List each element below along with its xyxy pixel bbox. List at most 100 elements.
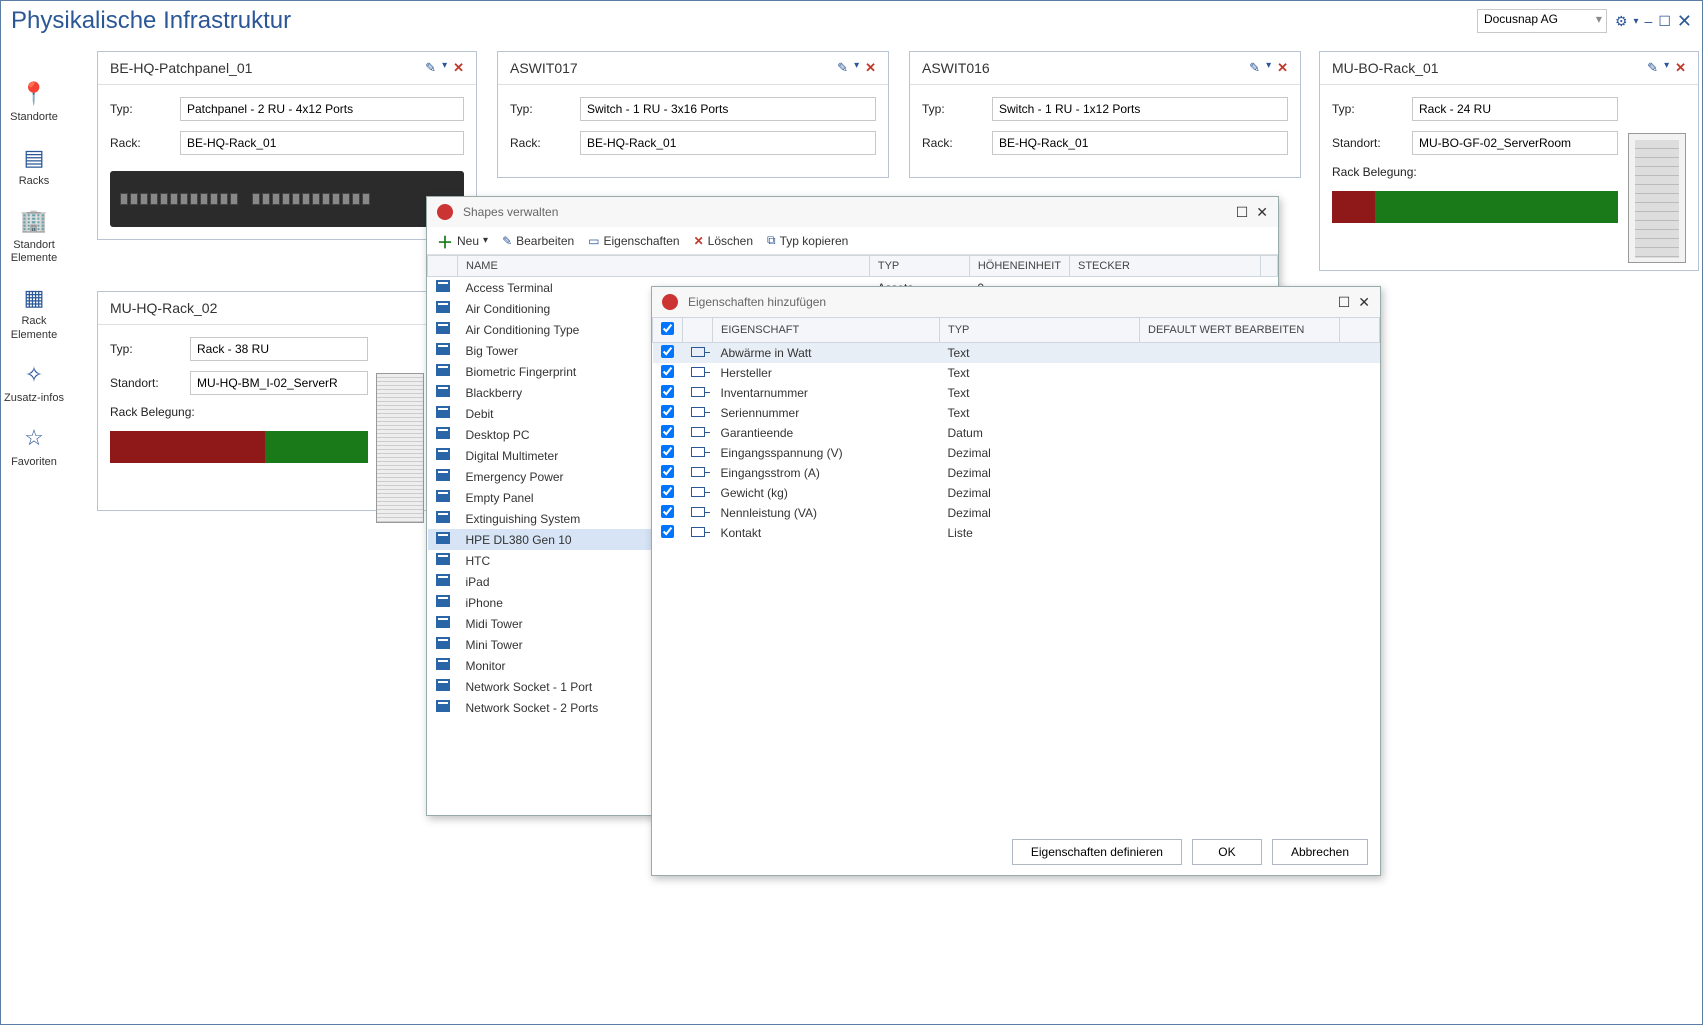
sidebar-item-rack-elemente[interactable]: ▦Rack Elemente bbox=[1, 275, 67, 352]
dialog-titlebar[interactable]: Eigenschaften hinzufügen ☐ ✕ bbox=[652, 287, 1380, 317]
close-icon[interactable]: ✕ bbox=[1277, 60, 1288, 76]
table-row[interactable]: Gewicht (kg) Dezimal bbox=[653, 483, 1380, 503]
sidebar-item-favoriten[interactable]: ☆Favoriten bbox=[1, 415, 67, 479]
row-checkbox[interactable] bbox=[661, 445, 674, 458]
close-icon[interactable]: ✕ bbox=[1677, 11, 1692, 32]
bearbeiten-button[interactable]: ✎Bearbeiten bbox=[502, 234, 574, 248]
table-row[interactable]: Hersteller Text bbox=[653, 363, 1380, 383]
rack-field[interactable] bbox=[180, 131, 464, 155]
dropdown-icon[interactable]: ▾ bbox=[1266, 60, 1271, 76]
dropdown-icon[interactable]: ▾ bbox=[1664, 60, 1669, 76]
gear-dropdown-icon[interactable]: ▾ bbox=[1634, 16, 1639, 27]
property-type: Liste bbox=[940, 523, 1140, 543]
card-aswit017: ASWIT017 ✎▾✕ Typ: Rack: bbox=[497, 51, 889, 178]
shape-icon bbox=[436, 574, 450, 586]
table-row[interactable]: Kontakt Liste bbox=[653, 523, 1380, 543]
rack-graphic bbox=[1628, 133, 1686, 263]
shape-icon bbox=[436, 385, 450, 397]
eigenschaften-button[interactable]: ▭Eigenschaften bbox=[588, 234, 679, 248]
maximize-icon[interactable]: ☐ bbox=[1658, 13, 1671, 30]
link-icon bbox=[691, 347, 705, 357]
dropdown-icon[interactable]: ▾ bbox=[442, 60, 447, 76]
edit-icon[interactable]: ✎ bbox=[1249, 60, 1260, 76]
maximize-icon[interactable]: ☐ bbox=[1236, 204, 1249, 221]
page-title: Physikalische Infrastruktur bbox=[11, 7, 291, 35]
property-name: Garantieende bbox=[713, 423, 940, 443]
dialog-eigenschaften: Eigenschaften hinzufügen ☐ ✕ EIGENSCHAFT… bbox=[651, 286, 1381, 876]
table-row[interactable]: Garantieende Datum bbox=[653, 423, 1380, 443]
typ-field[interactable] bbox=[190, 337, 368, 361]
table-row[interactable]: Seriennummer Text bbox=[653, 403, 1380, 423]
dropdown-icon[interactable]: ▾ bbox=[854, 60, 859, 76]
close-icon[interactable]: ✕ bbox=[1358, 294, 1370, 311]
pin-icon: 📍 bbox=[20, 81, 47, 107]
dialog-titlebar[interactable]: Shapes verwalten ☐ ✕ bbox=[427, 197, 1278, 227]
link-icon bbox=[691, 527, 705, 537]
row-checkbox[interactable] bbox=[661, 505, 674, 518]
table-row[interactable]: Nennleistung (VA) Dezimal bbox=[653, 503, 1380, 523]
sidebar-item-standort-elemente[interactable]: 🏢Standort Elemente bbox=[1, 198, 67, 275]
shape-icon bbox=[436, 427, 450, 439]
property-type: Text bbox=[940, 383, 1140, 403]
sidebar-item-zusatzinfos[interactable]: ✧Zusatz-infos bbox=[1, 352, 67, 416]
loeschen-button[interactable]: ✕Löschen bbox=[694, 234, 753, 248]
ok-button[interactable]: OK bbox=[1192, 839, 1262, 865]
shape-icon bbox=[436, 616, 450, 628]
shape-icon bbox=[436, 595, 450, 607]
edit-icon[interactable]: ✎ bbox=[425, 60, 436, 76]
kopieren-button[interactable]: ⧉Typ kopieren bbox=[767, 233, 848, 248]
rack-field[interactable] bbox=[580, 131, 876, 155]
shape-icon bbox=[436, 364, 450, 376]
sidebar-item-standorte[interactable]: 📍Standorte bbox=[1, 71, 67, 135]
close-icon[interactable]: ✕ bbox=[865, 60, 876, 76]
property-name: Inventarnummer bbox=[713, 383, 940, 403]
sidebar-item-racks[interactable]: ▤Racks bbox=[1, 135, 67, 199]
patchpanel-graphic bbox=[110, 171, 464, 227]
shape-icon bbox=[436, 553, 450, 565]
card-patchpanel: BE-HQ-Patchpanel_01 ✎▾✕ Typ: Rack: bbox=[97, 51, 477, 240]
eigenschaften-definieren-button[interactable]: Eigenschaften definieren bbox=[1012, 839, 1182, 865]
property-name: Nennleistung (VA) bbox=[713, 503, 940, 523]
org-select[interactable]: Docusnap AG ▾ bbox=[1477, 9, 1607, 33]
card-aswit016: ASWIT016 ✎▾✕ Typ: Rack: bbox=[909, 51, 1301, 178]
minimize-icon[interactable]: – bbox=[1645, 13, 1653, 29]
standort-field[interactable] bbox=[190, 371, 368, 395]
table-row[interactable]: Eingangsspannung (V) Dezimal bbox=[653, 443, 1380, 463]
property-type: Dezimal bbox=[940, 463, 1140, 483]
close-icon[interactable]: ✕ bbox=[1675, 60, 1686, 76]
shape-icon bbox=[436, 448, 450, 460]
neu-button[interactable]: ＋Neu ▾ bbox=[437, 229, 488, 253]
shape-icon bbox=[436, 469, 450, 481]
row-checkbox[interactable] bbox=[661, 485, 674, 498]
abbrechen-button[interactable]: Abbrechen bbox=[1272, 839, 1368, 865]
row-checkbox[interactable] bbox=[661, 405, 674, 418]
close-icon[interactable]: ✕ bbox=[1256, 204, 1268, 221]
check-all[interactable] bbox=[661, 322, 674, 335]
shape-icon bbox=[436, 658, 450, 670]
gear-icon[interactable]: ⚙ bbox=[1615, 13, 1628, 30]
table-row[interactable]: Inventarnummer Text bbox=[653, 383, 1380, 403]
dialog-toolbar: ＋Neu ▾ ✎Bearbeiten ▭Eigenschaften ✕Lösch… bbox=[427, 227, 1278, 255]
app-icon bbox=[662, 294, 678, 310]
maximize-icon[interactable]: ☐ bbox=[1338, 294, 1351, 311]
row-checkbox[interactable] bbox=[661, 365, 674, 378]
typ-field[interactable] bbox=[1412, 97, 1618, 121]
row-checkbox[interactable] bbox=[661, 525, 674, 538]
standort-field[interactable] bbox=[1412, 131, 1618, 155]
edit-icon[interactable]: ✎ bbox=[1647, 60, 1658, 76]
table-row[interactable]: Eingangsstrom (A) Dezimal bbox=[653, 463, 1380, 483]
row-checkbox[interactable] bbox=[661, 465, 674, 478]
shape-icon bbox=[436, 280, 450, 292]
row-checkbox[interactable] bbox=[661, 345, 674, 358]
rack-field[interactable] bbox=[992, 131, 1288, 155]
typ-field[interactable] bbox=[992, 97, 1288, 121]
typ-field[interactable] bbox=[180, 97, 464, 121]
row-checkbox[interactable] bbox=[661, 385, 674, 398]
row-checkbox[interactable] bbox=[661, 425, 674, 438]
typ-field[interactable] bbox=[580, 97, 876, 121]
close-icon[interactable]: ✕ bbox=[453, 60, 464, 76]
table-row[interactable]: Abwärme in Watt Text bbox=[653, 343, 1380, 364]
edit-icon[interactable]: ✎ bbox=[837, 60, 848, 76]
rack-elem-icon: ▦ bbox=[24, 285, 45, 311]
link-icon bbox=[691, 467, 705, 477]
